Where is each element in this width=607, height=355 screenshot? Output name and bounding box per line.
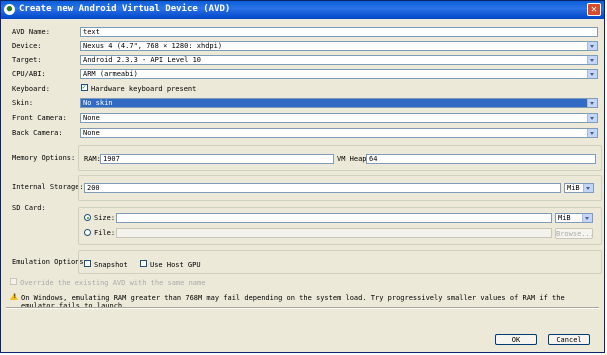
- front-camera-select-value: None: [83, 114, 100, 122]
- cpu-abi-select-value: ARM (armeabi): [83, 70, 138, 78]
- skin-select[interactable]: No skin: [80, 98, 598, 108]
- back-camera-select[interactable]: None: [80, 128, 598, 138]
- target-label: Target:: [12, 56, 42, 64]
- internal-storage-input[interactable]: 200: [84, 183, 561, 193]
- back-camera-label: Back Camera:: [12, 129, 63, 137]
- ok-button[interactable]: OK: [495, 334, 537, 345]
- front-camera-label: Front Camera:: [12, 114, 67, 122]
- sd-size-unit-select[interactable]: MiB: [555, 213, 593, 223]
- avd-name-input[interactable]: text: [80, 27, 598, 37]
- device-select-value: Nexus 4 (4.7", 768 × 1280: xhdpi): [83, 42, 223, 50]
- override-label: Override the existing AVD with the same …: [20, 279, 206, 287]
- window-title: Create new Android Virtual Device (AVD): [19, 4, 231, 14]
- android-icon: ●: [4, 4, 15, 15]
- sd-size-unit-value: MiB: [558, 214, 571, 222]
- ram-input[interactable]: 1907: [100, 154, 334, 164]
- skin-label: Skin:: [12, 99, 34, 107]
- front-camera-select[interactable]: None: [80, 113, 598, 123]
- chevron-down-icon[interactable]: [587, 70, 597, 78]
- chevron-down-icon[interactable]: [587, 99, 597, 107]
- override-checkbox[interactable]: [10, 278, 17, 285]
- memory-options-label: Memory Options:: [12, 154, 76, 162]
- internal-storage-label: Internal Storage:: [12, 183, 84, 191]
- close-button[interactable]: ✕: [587, 3, 601, 16]
- device-select[interactable]: Nexus 4 (4.7", 768 × 1280: xhdpi): [80, 41, 598, 51]
- chevron-down-icon[interactable]: [587, 114, 597, 122]
- sd-card-label: SD Card:: [12, 204, 46, 212]
- use-host-gpu-checkbox[interactable]: [140, 260, 147, 267]
- browse-button[interactable]: Browse...: [555, 228, 594, 239]
- internal-storage-unit-select[interactable]: MiB: [564, 183, 594, 193]
- separator: [6, 307, 599, 309]
- internal-storage-unit-value: MiB: [567, 184, 580, 192]
- title-bar[interactable]: ● Create new Android Virtual Device (AVD…: [1, 1, 604, 19]
- avd-dialog: ● Create new Android Virtual Device (AVD…: [0, 0, 605, 353]
- hardware-keyboard-checkbox[interactable]: [81, 83, 88, 91]
- emulation-options-label: Emulation Options:: [12, 258, 88, 266]
- keyboard-label: Keyboard:: [12, 85, 50, 93]
- warning-icon: [10, 293, 18, 300]
- sd-size-label: Size:: [94, 214, 116, 222]
- snapshot-checkbox[interactable]: [84, 260, 91, 267]
- ram-label: RAM:: [84, 155, 101, 163]
- snapshot-label: Snapshot: [94, 261, 128, 269]
- sd-size-input[interactable]: [116, 213, 552, 223]
- avd-name-label: AVD Name:: [12, 28, 50, 36]
- back-camera-select-value: None: [83, 129, 100, 137]
- sd-file-radio[interactable]: [84, 229, 91, 236]
- chevron-down-icon[interactable]: [582, 214, 592, 222]
- use-host-gpu-label: Use Host GPU: [150, 261, 201, 269]
- cancel-button[interactable]: Cancel: [548, 334, 590, 345]
- chevron-down-icon[interactable]: [587, 129, 597, 137]
- sd-file-label: File:: [94, 229, 116, 237]
- target-select-value: Android 2.3.3 - API Level 10: [83, 56, 202, 64]
- vm-heap-input[interactable]: 64: [366, 154, 596, 164]
- chevron-down-icon[interactable]: [587, 42, 597, 50]
- skin-select-value: No skin: [83, 99, 113, 107]
- device-label: Device:: [12, 42, 42, 50]
- cpu-abi-label: CPU/ABI:: [12, 70, 46, 78]
- chevron-down-icon[interactable]: [583, 184, 593, 192]
- cpu-abi-select[interactable]: ARM (armeabi): [80, 69, 598, 79]
- hardware-keyboard-label: Hardware keyboard present: [91, 85, 197, 93]
- sd-size-radio[interactable]: [84, 214, 91, 221]
- sd-file-input[interactable]: [116, 228, 552, 238]
- chevron-down-icon[interactable]: [587, 56, 597, 64]
- dialog-body: AVD Name: text Device: Nexus 4 (4.7", 76…: [4, 21, 602, 349]
- target-select[interactable]: Android 2.3.3 - API Level 10: [80, 55, 598, 65]
